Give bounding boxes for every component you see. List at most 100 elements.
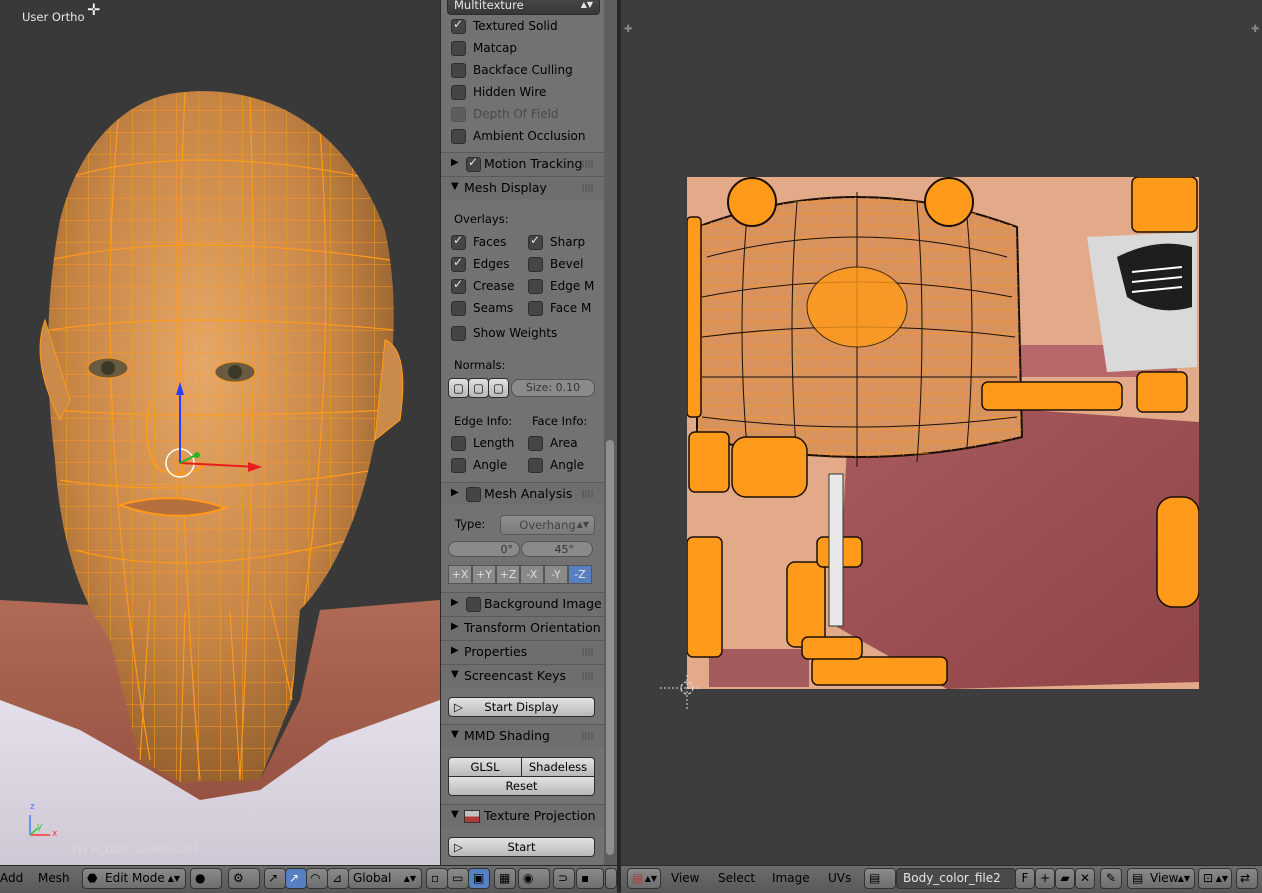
- view-mode-dropdown[interactable]: ▤ View ▲▼: [1127, 868, 1195, 889]
- panel-motion-tracking[interactable]: ▶ Motion Tracking: [441, 152, 606, 175]
- menu-uvs[interactable]: UVs: [828, 871, 851, 885]
- panel-background-image[interactable]: ▶ Background Image: [441, 592, 606, 615]
- checkbox[interactable]: [528, 279, 543, 294]
- axis-button[interactable]: -X: [520, 565, 544, 584]
- checkbox[interactable]: [528, 233, 543, 250]
- checkbox[interactable]: [451, 41, 466, 56]
- more-button[interactable]: [605, 868, 617, 889]
- edge-info-option[interactable]: Angle: [441, 454, 521, 476]
- axis-button[interactable]: +Z: [496, 565, 520, 584]
- shading-option[interactable]: Hidden Wire: [441, 81, 606, 103]
- menu-view[interactable]: View: [671, 871, 699, 885]
- checkbox[interactable]: [451, 233, 466, 250]
- edge-select-button[interactable]: ▭: [447, 868, 469, 889]
- glsl-button[interactable]: GLSL: [448, 757, 522, 777]
- snap-toggle[interactable]: ⊃: [553, 868, 575, 889]
- checkbox[interactable]: [528, 458, 543, 473]
- checkbox[interactable]: [528, 301, 543, 316]
- panel-mmd-shading[interactable]: ▼ MMD Shading: [441, 724, 606, 747]
- face-normals-icon[interactable]: ▢: [488, 378, 509, 398]
- vertex-select-button[interactable]: ▫: [426, 868, 448, 889]
- axis-button[interactable]: -Y: [544, 565, 568, 584]
- checkbox[interactable]: [451, 129, 466, 144]
- checkbox[interactable]: [451, 277, 466, 294]
- checkbox[interactable]: [528, 257, 543, 272]
- overhang-max-field[interactable]: 45°: [521, 541, 593, 557]
- area-corner-icon[interactable]: ✚: [624, 24, 632, 35]
- mesh-analysis-checkbox[interactable]: [466, 487, 481, 502]
- new-image-button[interactable]: +: [1035, 868, 1055, 889]
- reset-button[interactable]: Reset: [448, 776, 595, 796]
- vertex-normals-icon[interactable]: ▢: [448, 378, 469, 398]
- checkbox[interactable]: [451, 107, 466, 122]
- shadeless-button[interactable]: Shadeless: [521, 757, 595, 777]
- analysis-type-dropdown[interactable]: Overhang ▲▼: [500, 515, 595, 535]
- start-display-button[interactable]: ▷ Start Display: [448, 697, 595, 717]
- checkbox[interactable]: [451, 255, 466, 272]
- overhang-min-field[interactable]: 0°: [448, 541, 520, 557]
- axis-button[interactable]: +X: [448, 565, 472, 584]
- uv-texture-image[interactable]: [687, 177, 1199, 689]
- sync-selection-button[interactable]: ⇄: [1236, 868, 1258, 889]
- limit-selection-button[interactable]: ▦: [494, 868, 516, 889]
- panel-mesh-analysis[interactable]: ▶ Mesh Analysis: [441, 482, 606, 505]
- background-image-checkbox[interactable]: [466, 597, 481, 612]
- checkbox[interactable]: [451, 436, 466, 451]
- transform-orientation-dropdown[interactable]: Global ▲▼: [348, 868, 422, 889]
- editor-type-dropdown[interactable]: ▤ ▲▼: [627, 868, 661, 889]
- overlay-option[interactable]: Seams: [441, 297, 521, 319]
- menu-select[interactable]: Select: [718, 871, 755, 885]
- overlay-option[interactable]: Sharp: [518, 231, 598, 253]
- face-info-option[interactable]: Area: [518, 432, 598, 454]
- sidebar-scroll-thumb[interactable]: [606, 440, 614, 855]
- panel-texture-projection[interactable]: ▼ Texture Projection: [441, 804, 606, 827]
- loop-normals-icon[interactable]: ▢: [468, 378, 489, 398]
- checkbox[interactable]: [451, 85, 466, 100]
- shading-option[interactable]: Ambient Occlusion: [441, 125, 606, 147]
- scale-manipulator[interactable]: ⊿: [327, 868, 349, 889]
- rotate-manipulator[interactable]: ◠: [306, 868, 328, 889]
- checkbox[interactable]: [451, 458, 466, 473]
- overlay-option[interactable]: Edge M: [518, 275, 598, 297]
- pin-image-button[interactable]: ✎: [1100, 868, 1122, 889]
- overlay-option[interactable]: Edges: [441, 253, 521, 275]
- menu-mesh[interactable]: Mesh: [38, 871, 70, 885]
- mode-dropdown[interactable]: ⬣ Edit Mode ▲▼: [82, 868, 186, 889]
- face-info-option[interactable]: Angle: [518, 454, 598, 476]
- show-weights-option[interactable]: Show Weights: [441, 322, 606, 344]
- checkbox[interactable]: [451, 17, 466, 34]
- checkbox[interactable]: [451, 326, 466, 341]
- manipulator-toggle[interactable]: ↗: [264, 868, 286, 889]
- panel-transform-orientation[interactable]: ▶ Transform Orientation: [441, 616, 606, 639]
- snap-element-dropdown[interactable]: ▪: [576, 868, 604, 889]
- image-name-field[interactable]: Body_color_file2: [896, 868, 1016, 889]
- shading-option[interactable]: Matcap: [441, 37, 606, 59]
- 3d-viewport[interactable]: User Ortho ✛ z x y (1) H_DDS_LowRes.001: [0, 0, 440, 865]
- shading-option[interactable]: Textured Solid: [441, 15, 606, 37]
- shading-option[interactable]: Backface Culling: [441, 59, 606, 81]
- fake-user-button[interactable]: F: [1015, 868, 1035, 889]
- pivot-point-dropdown[interactable]: ⚙: [228, 868, 260, 889]
- translate-manipulator[interactable]: ↗: [285, 868, 307, 889]
- proportional-edit-dropdown[interactable]: ◉: [518, 868, 550, 889]
- area-corner-icon[interactable]: ✚: [1251, 24, 1259, 35]
- open-image-button[interactable]: ▰: [1055, 868, 1075, 889]
- overlay-option[interactable]: Face M: [518, 297, 598, 319]
- pivot-dropdown[interactable]: ⊡ ▲▼: [1198, 868, 1232, 889]
- checkbox[interactable]: [528, 436, 543, 451]
- viewport-shading-dropdown[interactable]: ●: [190, 868, 222, 889]
- panel-properties[interactable]: ▶ Properties: [441, 640, 606, 663]
- browse-image-dropdown[interactable]: ▤: [864, 868, 896, 889]
- menu-add[interactable]: Add: [0, 871, 23, 885]
- shading-dropdown[interactable]: Multitexture ▲▼: [447, 0, 600, 15]
- unlink-image-button[interactable]: ✕: [1075, 868, 1095, 889]
- texture-projection-start-button[interactable]: ▷ Start: [448, 837, 595, 857]
- axis-button[interactable]: -Z: [568, 565, 592, 584]
- menu-image[interactable]: Image: [772, 871, 810, 885]
- overlay-option[interactable]: Faces: [441, 231, 521, 253]
- face-select-button[interactable]: ▣: [468, 868, 490, 889]
- checkbox[interactable]: [451, 301, 466, 316]
- edge-info-option[interactable]: Length: [441, 432, 521, 454]
- overlay-option[interactable]: Bevel: [518, 253, 598, 275]
- axis-button[interactable]: +Y: [472, 565, 496, 584]
